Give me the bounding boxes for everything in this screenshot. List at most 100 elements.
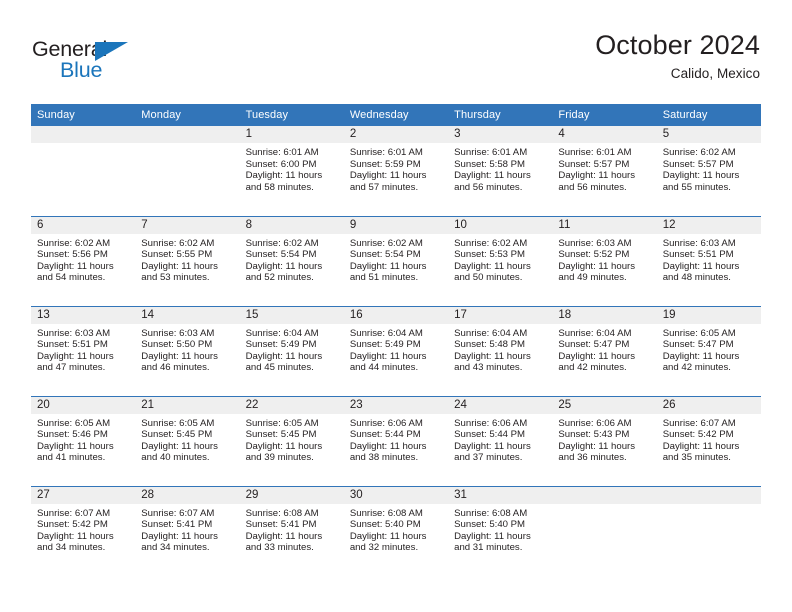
calendar-day-cell[interactable]: 1 Sunrise: 6:01 AM Sunset: 6:00 PM Daylight… [239,126,344,216]
calendar-week-row: 20 Sunrise: 6:05 AM Sunset: 5:46 PM Dayligh… [31,395,761,486]
day-detail-sunrise: Sunrise: 6:02 AM [37,237,111,249]
day-detail-daylight-line1: Daylight: 11 hours [349,350,427,362]
day-detail-sunrise: Sunrise: 6:01 AM [349,147,423,158]
day-detail-daylight-line2: and 41 minutes. [37,452,106,464]
day-detail-daylight-line1: Daylight: 11 hours [349,440,427,452]
calendar-head: Sunday Monday Tuesday Wednesday Thursday… [31,104,761,126]
calendar-day-cell[interactable]: 30 Sunrise: 6:08 AM Sunset: 5:40 PM Dayligh… [343,485,449,576]
day-detail-sunset: Sunset: 5:47 PM [662,339,734,351]
day-number: 28 [135,486,240,504]
calendar-day-cell[interactable]: 28 Sunrise: 6:07 AM Sunset: 5:41 PM Dayligh… [135,485,240,576]
day-detail-daylight-line1: Daylight: 11 hours [558,170,636,182]
day-number: 25 [552,396,657,414]
calendar-day-cell[interactable]: 31 Sunrise: 6:08 AM Sunset: 5:40 PM Dayligh… [448,485,553,576]
day-detail-sunrise: Sunrise: 6:05 AM [662,327,736,339]
day-detail-sunset: Sunset: 5:52 PM [558,249,630,261]
day-detail-sunset: Sunset: 5:44 PM [349,429,421,441]
day-cell-inner: 8 Sunrise: 6:02 AM Sunset: 5:54 PM Daylight… [239,216,344,305]
calendar-day-cell[interactable]: 23 Sunrise: 6:06 AM Sunset: 5:44 PM Dayligh… [343,395,449,486]
calendar-day-cell[interactable]: 14 Sunrise: 6:03 AM Sunset: 5:50 PM Dayligh… [135,305,240,396]
day-number: 29 [239,486,344,504]
calendar-day-cell[interactable]: 26 Sunrise: 6:07 AM Sunset: 5:42 PM Dayligh… [656,395,761,486]
calendar-day-cell[interactable]: 15 Sunrise: 6:04 AM Sunset: 5:49 PM Dayligh… [239,305,344,396]
calendar-day-cell[interactable]: 13 Sunrise: 6:03 AM Sunset: 5:51 PM Dayligh… [31,305,136,396]
calendar-day-cell[interactable]: 5 Sunrise: 6:02 AM Sunset: 5:57 PM Daylight… [656,126,761,216]
calendar-day-cell[interactable]: 21 Sunrise: 6:05 AM Sunset: 5:45 PM Dayligh… [135,395,240,486]
day-cell-inner: 4 Sunrise: 6:01 AM Sunset: 5:57 PM Daylight… [552,126,657,214]
day-detail-sunset: Sunset: 5:40 PM [349,519,421,531]
day-detail-daylight-line2: and 56 minutes. [454,181,523,193]
calendar-day-cell[interactable]: 10 Sunrise: 6:02 AM Sunset: 5:53 PM Dayligh… [448,215,553,306]
day-detail-sunrise: Sunrise: 6:02 AM [662,147,736,158]
day-detail-daylight-line1: Daylight: 11 hours [558,440,636,452]
day-details: Sunrise: 6:01 AM Sunset: 6:00 PM Daylight:… [240,143,344,193]
weekday-header-tuesday: Tuesday [239,104,344,126]
weekday-header-sunday: Sunday [31,104,136,126]
calendar-day-cell[interactable]: 12 Sunrise: 6:03 AM Sunset: 5:51 PM Dayligh… [656,215,761,306]
calendar-day-cell-empty [135,126,240,216]
day-cell-inner [31,126,136,214]
day-detail-sunrise: Sunrise: 6:07 AM [141,507,215,519]
day-detail-sunset: Sunset: 5:45 PM [245,429,317,441]
calendar-day-cell[interactable]: 25 Sunrise: 6:06 AM Sunset: 5:43 PM Dayligh… [552,395,657,486]
calendar-day-cell[interactable]: 11 Sunrise: 6:03 AM Sunset: 5:52 PM Dayligh… [552,215,657,306]
general-blue-logo[interactable]: General Blue [32,34,152,90]
day-detail-sunrise: Sunrise: 6:06 AM [558,417,632,429]
day-details: Sunrise: 6:05 AM Sunset: 5:45 PM Daylight:… [135,414,239,464]
calendar-day-cell[interactable]: 24 Sunrise: 6:06 AM Sunset: 5:44 PM Dayligh… [448,395,553,486]
day-cell-inner: 23 Sunrise: 6:06 AM Sunset: 5:44 PM Dayligh… [343,396,449,485]
day-detail-daylight-line1: Daylight: 11 hours [454,260,531,272]
day-detail-sunrise: Sunrise: 6:07 AM [37,507,111,519]
calendar-day-cell-empty [656,485,761,576]
day-detail-sunset: Sunset: 5:43 PM [558,429,630,441]
day-detail-sunrise: Sunrise: 6:04 AM [558,327,632,339]
calendar-day-cell[interactable]: 8 Sunrise: 6:02 AM Sunset: 5:54 PM Daylight… [239,215,344,306]
calendar-day-cell[interactable]: 3 Sunrise: 6:01 AM Sunset: 5:58 PM Daylight… [448,126,553,216]
calendar-day-cell[interactable]: 2 Sunrise: 6:01 AM Sunset: 5:59 PM Daylight… [343,126,449,216]
calendar-day-cell[interactable]: 17 Sunrise: 6:04 AM Sunset: 5:48 PM Dayligh… [448,305,553,396]
calendar-day-cell[interactable]: 4 Sunrise: 6:01 AM Sunset: 5:57 PM Daylight… [552,126,657,216]
day-detail-sunset: Sunset: 5:45 PM [141,429,213,441]
day-cell-inner: 3 Sunrise: 6:01 AM Sunset: 5:58 PM Daylight… [448,126,553,214]
day-detail-sunrise: Sunrise: 6:01 AM [454,147,528,158]
day-details: Sunrise: 6:01 AM Sunset: 5:59 PM Daylight:… [344,143,448,193]
calendar-day-cell[interactable]: 18 Sunrise: 6:04 AM Sunset: 5:47 PM Dayligh… [552,305,657,396]
day-detail-sunrise: Sunrise: 6:05 AM [141,417,215,429]
day-detail-daylight-line2: and 33 minutes. [245,542,314,554]
day-details: Sunrise: 6:04 AM Sunset: 5:49 PM Daylight:… [240,324,344,374]
calendar-day-cell[interactable]: 19 Sunrise: 6:05 AM Sunset: 5:47 PM Dayligh… [656,305,761,396]
calendar-day-cell[interactable]: 7 Sunrise: 6:02 AM Sunset: 5:55 PM Daylight… [135,215,240,306]
day-details: Sunrise: 6:07 AM Sunset: 5:42 PM Daylight:… [31,504,135,554]
day-detail-sunrise: Sunrise: 6:02 AM [141,237,215,249]
title-block: October 2024 Calido, Mexico [595,30,760,83]
calendar-day-cell[interactable]: 20 Sunrise: 6:05 AM Sunset: 5:46 PM Dayligh… [31,395,136,486]
day-detail-sunrise: Sunrise: 6:08 AM [454,507,528,519]
day-number [135,126,240,143]
day-detail-daylight-line1: Daylight: 11 hours [141,530,218,542]
day-detail-daylight-line1: Daylight: 11 hours [245,170,323,182]
calendar-day-cell-empty [31,126,136,216]
calendar-day-cell[interactable]: 9 Sunrise: 6:02 AM Sunset: 5:54 PM Daylight… [343,215,449,306]
calendar-day-cell[interactable]: 27 Sunrise: 6:07 AM Sunset: 5:42 PM Dayligh… [31,485,136,576]
day-details: Sunrise: 6:03 AM Sunset: 5:51 PM Daylight:… [657,234,761,284]
calendar-day-cell[interactable]: 29 Sunrise: 6:08 AM Sunset: 5:41 PM Dayligh… [239,485,344,576]
day-number: 12 [656,216,761,234]
day-details: Sunrise: 6:04 AM Sunset: 5:49 PM Daylight:… [344,324,448,374]
day-detail-daylight-line2: and 38 minutes. [349,452,419,464]
calendar-day-cell[interactable]: 22 Sunrise: 6:05 AM Sunset: 5:45 PM Dayligh… [239,395,344,486]
day-cell-inner: 24 Sunrise: 6:06 AM Sunset: 5:44 PM Dayligh… [448,396,553,485]
day-detail-daylight-line2: and 45 minutes. [245,362,314,374]
weekday-header-thursday: Thursday [448,104,553,126]
day-detail-daylight-line2: and 42 minutes. [662,362,731,374]
day-cell-inner: 27 Sunrise: 6:07 AM Sunset: 5:42 PM Dayligh… [31,486,136,575]
day-details [135,143,239,147]
day-number: 17 [448,306,553,324]
calendar-body: 1 Sunrise: 6:01 AM Sunset: 6:00 PM Daylight… [31,126,761,576]
weekday-header-saturday: Saturday [656,104,761,126]
day-detail-daylight-line2: and 53 minutes. [141,272,210,284]
day-number: 7 [135,216,240,234]
calendar-day-cell[interactable]: 16 Sunrise: 6:04 AM Sunset: 5:49 PM Dayligh… [343,305,449,396]
day-detail-sunset: Sunset: 5:55 PM [141,249,213,261]
calendar-day-cell[interactable]: 6 Sunrise: 6:02 AM Sunset: 5:56 PM Daylight… [31,215,136,306]
day-details: Sunrise: 6:02 AM Sunset: 5:56 PM Daylight:… [31,234,135,284]
